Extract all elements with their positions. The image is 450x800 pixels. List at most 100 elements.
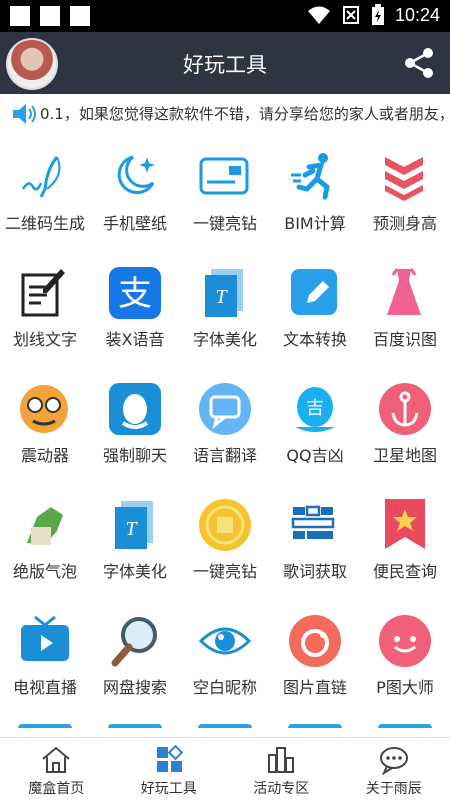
tool-item[interactable]: P图大师 bbox=[360, 604, 450, 719]
edit-document-icon bbox=[16, 264, 74, 322]
tool-item[interactable]: 图片直链 bbox=[270, 604, 360, 719]
pen-square-icon bbox=[286, 264, 344, 322]
tool-item[interactable]: BIM计算 bbox=[270, 140, 360, 255]
blocks-icon bbox=[286, 496, 344, 554]
svg-text:吉: 吉 bbox=[306, 398, 324, 418]
anchor-icon bbox=[376, 380, 434, 438]
home-icon bbox=[42, 746, 70, 773]
glasses-face-icon bbox=[16, 380, 74, 438]
dragon-icon bbox=[16, 496, 74, 554]
tool-label: 绝版气泡 bbox=[12, 562, 77, 581]
tool-item[interactable]: T 字体美化 bbox=[180, 256, 270, 371]
nav-label: 魔盒首页 bbox=[28, 781, 85, 797]
no-sim-icon bbox=[342, 6, 359, 24]
notification-icon-2 bbox=[70, 6, 90, 26]
svg-text:T: T bbox=[125, 518, 138, 540]
nav-label: 关于雨辰 bbox=[365, 781, 422, 797]
tool-item[interactable]: 便民查询 bbox=[360, 488, 450, 603]
nav-tools[interactable]: 好玩工具 bbox=[113, 738, 226, 800]
feather-pen-icon bbox=[16, 148, 74, 206]
share-icon[interactable] bbox=[402, 46, 436, 80]
nav-label: 活动专区 bbox=[253, 781, 310, 797]
tool-item[interactable]: T 字体美化 bbox=[90, 488, 180, 603]
eye-icon bbox=[196, 612, 254, 670]
tool-label: 电视直播 bbox=[12, 678, 77, 697]
chat-dots-icon bbox=[379, 747, 408, 775]
tool-label: 一键亮钻 bbox=[192, 562, 257, 581]
wifi-icon bbox=[307, 6, 330, 24]
tool-label: 图片直链 bbox=[282, 678, 347, 697]
tool-label: P图大师 bbox=[376, 678, 434, 697]
tool-label: 卫星地图 bbox=[372, 446, 437, 465]
tool-item[interactable]: 一键亮钻 bbox=[180, 488, 270, 603]
tool-label: 百度识图 bbox=[372, 330, 437, 349]
tool-item[interactable]: 卫星地图 bbox=[360, 372, 450, 487]
tool-label: 预测身高 bbox=[372, 214, 437, 233]
speaker-icon bbox=[13, 104, 36, 124]
smile-bubble-icon bbox=[376, 612, 434, 670]
announcement-bar: 0.1，如果您觉得这款软件不错，请分享给您的家人或者朋友， bbox=[0, 94, 450, 132]
tool-label: BIM计算 bbox=[284, 214, 346, 233]
tool-item-partial bbox=[378, 724, 432, 737]
tool-label: 歌词获取 bbox=[282, 562, 347, 581]
tool-item[interactable]: 电视直播 bbox=[0, 604, 90, 719]
clock: 10:24 bbox=[394, 4, 440, 25]
tool-item[interactable]: 二维码生成 bbox=[0, 140, 90, 255]
grid-apps-icon bbox=[156, 745, 183, 772]
page-title: 好玩工具 bbox=[183, 53, 267, 77]
alipay-icon: 支 bbox=[106, 264, 164, 322]
tool-item[interactable]: 手机壁纸 bbox=[90, 140, 180, 255]
battery-icon bbox=[371, 4, 384, 25]
tv-icon bbox=[16, 612, 74, 670]
notification-icon bbox=[10, 6, 30, 26]
image-notification-icon bbox=[40, 6, 60, 26]
bottom-nav: 魔盒首页 好玩工具 活动专区 关于雨辰 bbox=[0, 737, 450, 800]
tool-item-partial bbox=[288, 724, 342, 737]
announcement-text: 0.1，如果您觉得这款软件不错，请分享给您的家人或者朋友， bbox=[40, 105, 450, 123]
font-file-icon: T bbox=[196, 264, 254, 322]
tool-item[interactable]: 预测身高 bbox=[360, 140, 450, 255]
status-bar: 10:24 bbox=[0, 0, 450, 32]
tool-label: 便民查询 bbox=[372, 562, 437, 581]
gold-coin-icon bbox=[196, 496, 254, 554]
tool-item[interactable]: 强制聊天 bbox=[90, 372, 180, 487]
tool-item[interactable]: 绝版气泡 bbox=[0, 488, 90, 603]
tool-item[interactable]: 震动器 bbox=[0, 372, 90, 487]
tool-item[interactable]: 文本转换 bbox=[270, 256, 360, 371]
layers-icon bbox=[376, 148, 434, 206]
tool-label: QQ吉凶 bbox=[286, 446, 344, 465]
tool-label: 强制聊天 bbox=[102, 446, 167, 465]
qq-penguin-icon bbox=[106, 380, 164, 438]
tool-item[interactable]: 歌词获取 bbox=[270, 488, 360, 603]
nav-home[interactable]: 魔盒首页 bbox=[0, 738, 113, 800]
tool-label: 文本转换 bbox=[282, 330, 347, 349]
dress-icon bbox=[376, 264, 434, 322]
tool-item[interactable]: 支装X语音 bbox=[90, 256, 180, 371]
tool-item[interactable]: 吉 QQ吉凶 bbox=[270, 372, 360, 487]
tool-label: 网盘搜索 bbox=[102, 678, 167, 697]
nav-label: 好玩工具 bbox=[140, 781, 197, 797]
moon-stars-icon bbox=[106, 148, 164, 206]
qq-luck-icon: 吉 bbox=[286, 380, 344, 438]
tool-item[interactable]: 语言翻译 bbox=[180, 372, 270, 487]
tool-label: 字体美化 bbox=[102, 562, 167, 581]
tool-item[interactable]: 空白昵称 bbox=[180, 604, 270, 719]
nav-about[interactable]: 关于雨辰 bbox=[338, 738, 450, 800]
tool-label: 空白昵称 bbox=[192, 678, 257, 697]
tool-item[interactable]: 划线文字 bbox=[0, 256, 90, 371]
nav-activities[interactable]: 活动专区 bbox=[225, 738, 338, 800]
svg-text:支: 支 bbox=[118, 275, 152, 313]
app-header: 好玩工具 bbox=[0, 32, 450, 94]
tool-item[interactable]: 百度识图 bbox=[360, 256, 450, 371]
tool-grid: 二维码生成 手机壁纸 一键亮钻 BIM计算 预测身高 划线文字支装X语音 T 字体美化 文本转换… bbox=[0, 140, 450, 737]
svg-text:T: T bbox=[215, 286, 228, 308]
tool-label: 震动器 bbox=[20, 446, 69, 465]
tool-label: 装X语音 bbox=[105, 330, 165, 349]
tool-item[interactable]: 网盘搜索 bbox=[90, 604, 180, 719]
tool-label: 二维码生成 bbox=[4, 214, 85, 233]
magnifier-icon bbox=[106, 612, 164, 670]
font-file-icon: T bbox=[106, 496, 164, 554]
tool-item-partial bbox=[108, 724, 162, 737]
tool-label: 字体美化 bbox=[192, 330, 257, 349]
tool-item[interactable]: 一键亮钻 bbox=[180, 140, 270, 255]
